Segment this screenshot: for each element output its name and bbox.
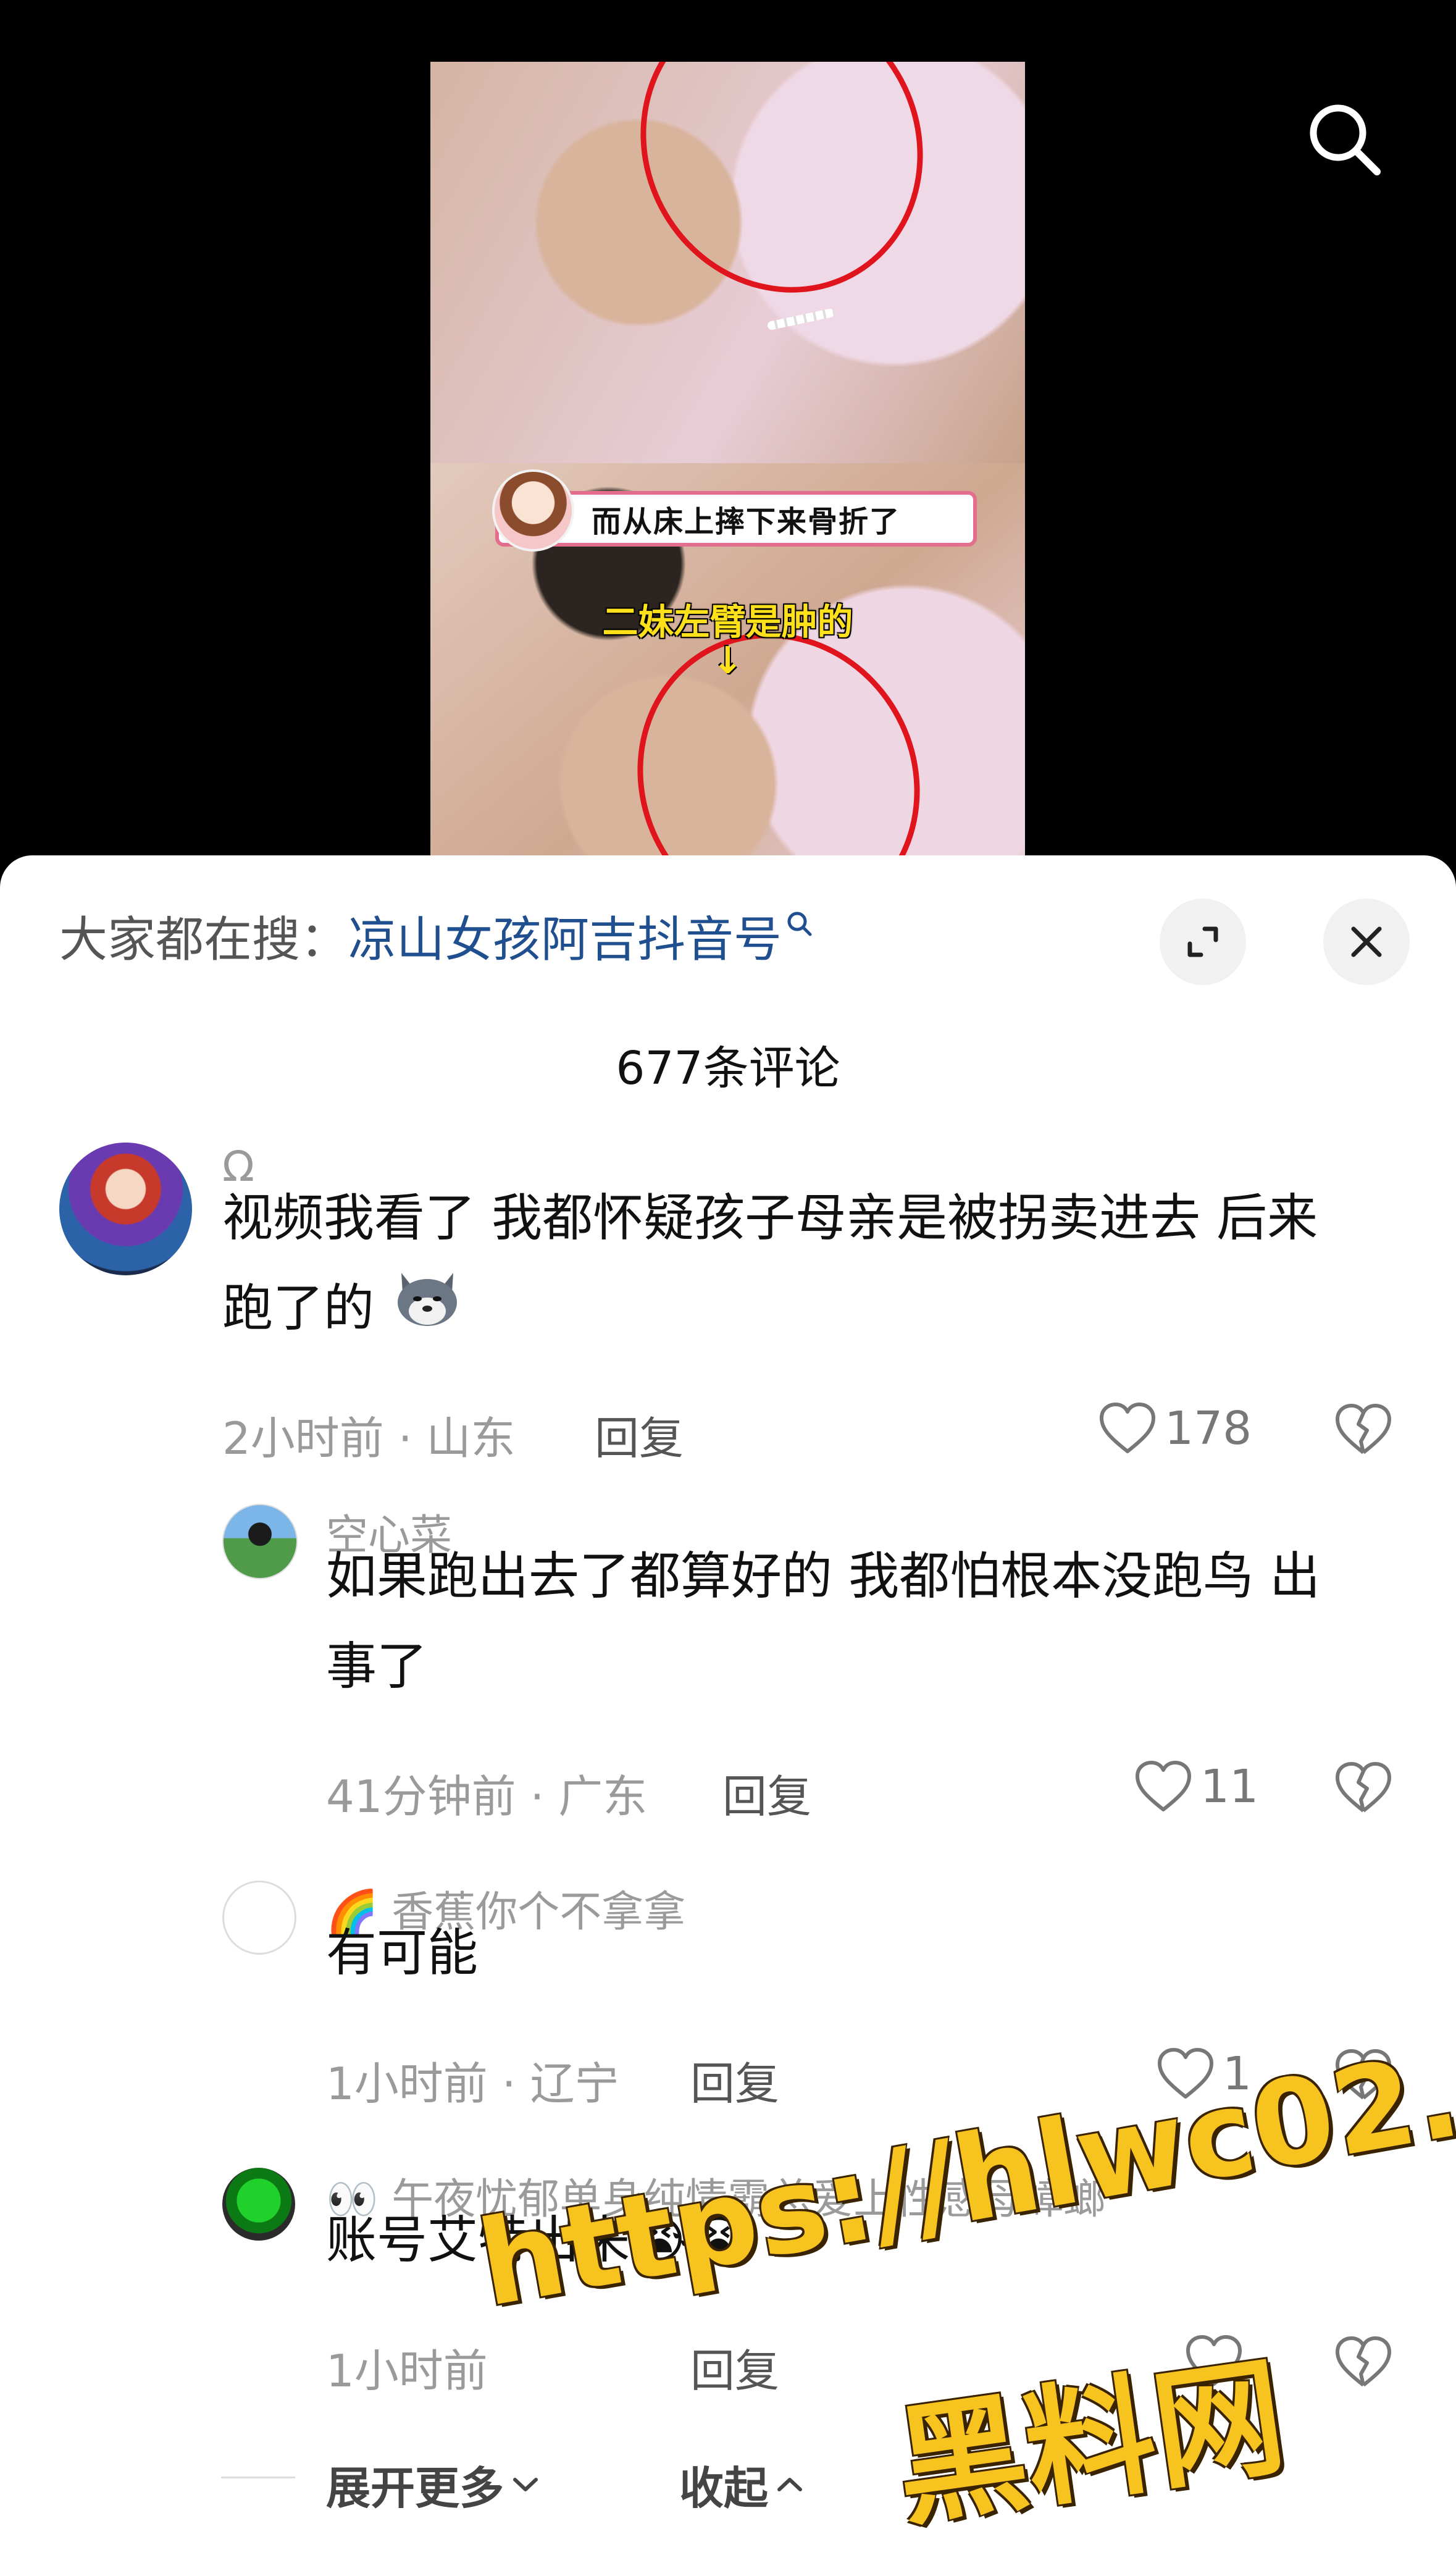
reply-text: 如果跑出去了都算好的 我都怕根本没跑鸟 出 事了 xyxy=(326,1532,1400,1712)
broken-heart-icon xyxy=(1336,1762,1391,1813)
chevron-up-icon xyxy=(777,2477,803,2491)
like-count: 1 xyxy=(1223,2047,1252,2100)
chevron-down-icon xyxy=(513,2477,538,2491)
reply-meta: 1小时前 xyxy=(326,2345,488,2397)
collapse-label: 收起 xyxy=(679,2462,769,2514)
close-button[interactable] xyxy=(1323,899,1410,985)
close-icon xyxy=(1351,926,1382,957)
caption-avatar-icon xyxy=(492,469,574,552)
expand-button[interactable] xyxy=(1160,899,1246,985)
video-overlay-text: 二妹左臂是肿的 xyxy=(602,601,853,643)
search-icon xyxy=(1310,104,1381,175)
avatar[interactable] xyxy=(222,1881,296,1955)
reply-item: 👀 午夜忧郁单身纯情霸总爱上性感母蟑螂 账号艾特出来😭😭 1小时前 回复 xyxy=(0,2165,1456,2399)
reply-text-line: 事了 xyxy=(326,1637,428,1696)
reply-button[interactable]: 回复 xyxy=(690,2047,779,2112)
heart-icon xyxy=(1186,2335,1242,2386)
avatar[interactable] xyxy=(222,1504,298,1579)
reply-meta: 1小时前 · 辽宁 xyxy=(326,2058,619,2110)
reply-button[interactable]: 回复 xyxy=(690,2334,779,2399)
reply-text-line: 如果跑出去了都算好的 我都怕根本没跑鸟 出 xyxy=(326,1547,1321,1606)
comment-text: 视频我看了 我都怀疑孩子母亲是被拐卖进去 后来 跑了的 xyxy=(222,1173,1395,1357)
expand-more-label: 展开更多 xyxy=(326,2462,504,2514)
dislike-button[interactable] xyxy=(1334,2047,1393,2105)
like-button[interactable]: 1 xyxy=(1156,2046,1252,2102)
dislike-button[interactable] xyxy=(1334,2334,1393,2393)
comment-text-line: 视频我看了 我都怀疑孩子母亲是被拐卖进去 后来 xyxy=(222,1189,1318,1248)
comment-item: Ω 视频我看了 我都怀疑孩子母亲是被拐卖进去 后来 跑了的 2小时前 · 山东 … xyxy=(0,1143,1456,1464)
broken-heart-icon xyxy=(1336,2336,1391,2387)
reply-meta: 41分钟前 · 广东 xyxy=(326,1771,648,1823)
comment-text-line: 跑了的 xyxy=(222,1279,375,1338)
reply-text: 账号艾特出来😭😭 xyxy=(326,2196,1400,2286)
avatar[interactable] xyxy=(59,1143,192,1275)
reply-text: 有可能 xyxy=(326,1924,479,1982)
collapse-button[interactable]: 收起 xyxy=(679,2452,805,2517)
reply-button[interactable]: 回复 xyxy=(722,1760,811,1825)
reply-item: 🌈 香蕉你个不拿拿 有可能 1小时前 · 辽宁 回复 1 xyxy=(0,1877,1456,2112)
trending-search-prefix: 大家都在搜： xyxy=(59,912,349,968)
reply-item: 空心菜 如果跑出去了都算好的 我都怕根本没跑鸟 出 事了 41分钟前 · 广东 … xyxy=(0,1501,1456,1825)
avatar[interactable] xyxy=(222,2168,295,2241)
video-frame[interactable]: 而从床上摔下来骨折了 二妹左臂是肿的 ↓ xyxy=(430,62,1025,865)
reply-expand-row: 展开更多 收起 xyxy=(0,2446,1456,2514)
heart-icon xyxy=(1136,1761,1191,1811)
like-count: 178 xyxy=(1165,1402,1252,1455)
trending-search-link[interactable]: 凉山女孩阿吉抖音号 xyxy=(348,901,782,970)
divider xyxy=(221,2477,295,2478)
husky-dog-emoji-icon xyxy=(390,1267,464,1357)
video-player[interactable]: 而从床上摔下来骨折了 二妹左臂是肿的 ↓ xyxy=(0,0,1456,865)
reply-button[interactable]: 回复 xyxy=(595,1402,684,1467)
search-button[interactable] xyxy=(1304,99,1384,179)
like-count: 11 xyxy=(1200,1760,1259,1813)
expand-icon xyxy=(1187,926,1218,957)
heart-icon xyxy=(1158,2048,1213,2099)
like-button[interactable]: 11 xyxy=(1134,1759,1258,1814)
broken-heart-icon xyxy=(1336,1404,1391,1454)
expand-more-button[interactable]: 展开更多 xyxy=(326,2452,541,2517)
crying-emoji-icon: 😭😭 xyxy=(630,2211,748,2270)
comment-count: 677条评论 xyxy=(616,1042,840,1095)
video-overlay-arrow: ↓ xyxy=(712,639,743,682)
broken-heart-icon xyxy=(1336,2049,1391,2100)
reply-text-line: 账号艾特出来 xyxy=(326,2211,630,2270)
comment-meta: 2小时前 · 山东 xyxy=(222,1412,516,1464)
heart-icon xyxy=(1100,1403,1155,1453)
dislike-button[interactable] xyxy=(1334,1760,1393,1818)
search-small-icon xyxy=(785,894,814,950)
trending-search-bar[interactable]: 大家都在搜： 凉山女孩阿吉抖音号 xyxy=(59,911,814,968)
like-button[interactable] xyxy=(1184,2333,1244,2389)
dislike-button[interactable] xyxy=(1334,1402,1393,1460)
like-button[interactable]: 178 xyxy=(1098,1401,1252,1456)
